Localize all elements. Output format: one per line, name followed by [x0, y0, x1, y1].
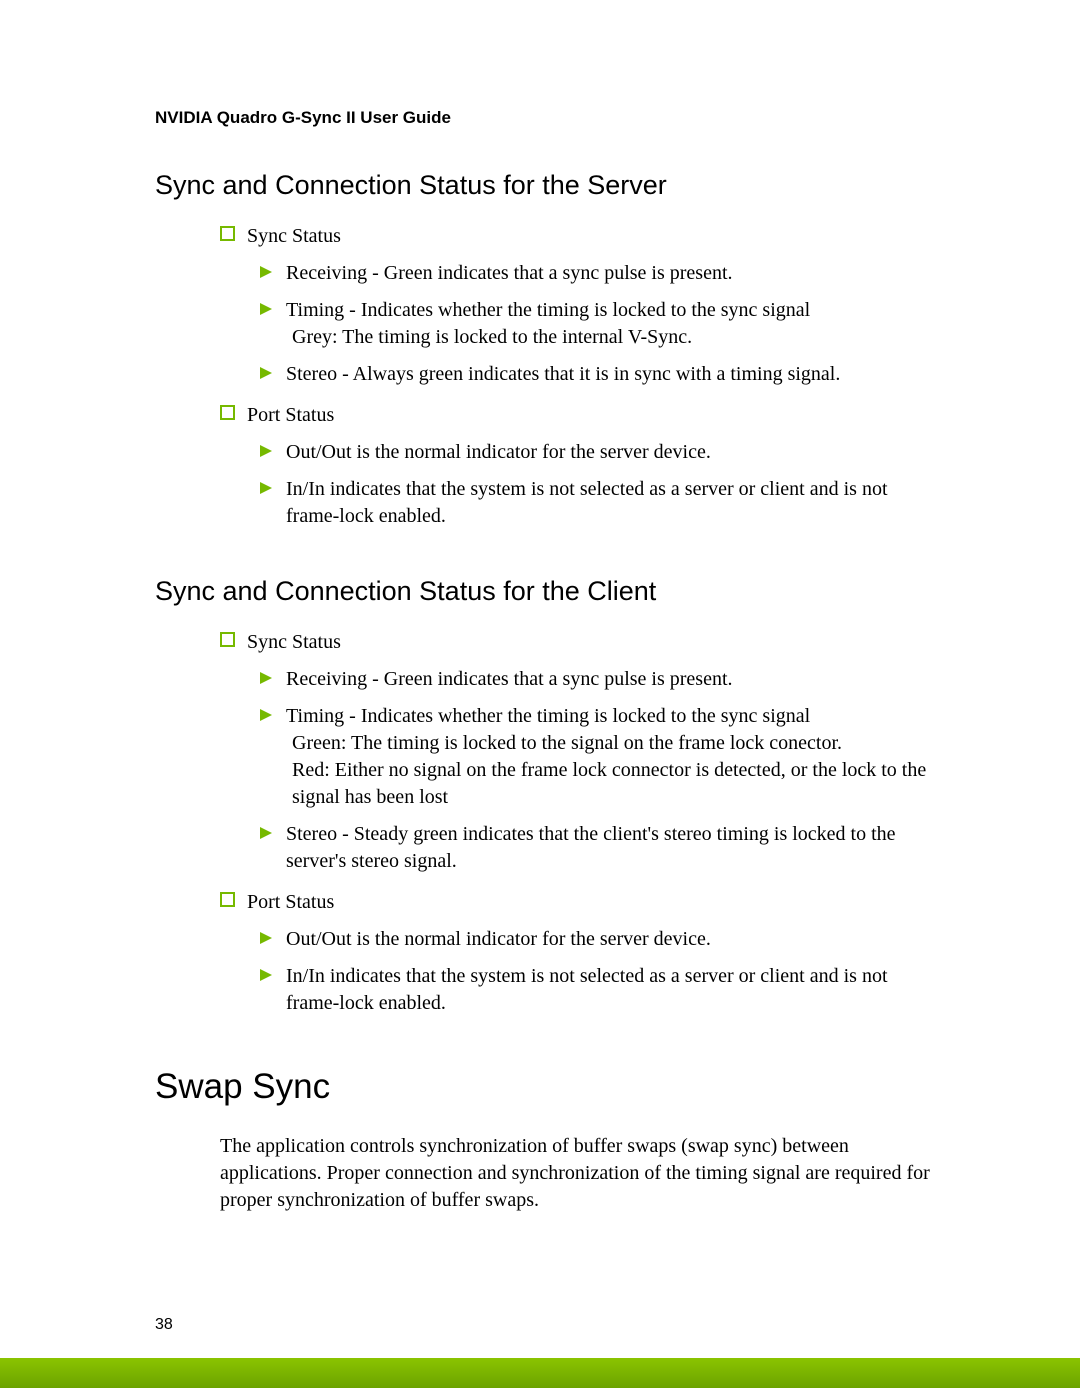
swap-sync-paragraph: The application controls synchronization…: [220, 1133, 930, 1214]
timing-sub-text: Grey: The timing is locked to the intern…: [292, 324, 930, 351]
list-item: Sync Status: [220, 629, 940, 656]
port-status-label: Port Status: [247, 889, 334, 916]
footer-bar: [0, 1358, 1080, 1388]
arrow-bullet-icon: [260, 303, 272, 315]
arrow-bullet-icon: [260, 827, 272, 839]
port-in-text: In/In indicates that the system is not s…: [286, 963, 936, 1017]
square-bullet-icon: [220, 632, 235, 647]
list-item: Stereo - Steady green indicates that the…: [260, 821, 936, 875]
timing-text: Timing - Indicates whether the timing is…: [286, 703, 810, 730]
arrow-bullet-icon: [260, 266, 272, 278]
list-item: Port Status: [220, 402, 940, 429]
list-item: Out/Out is the normal indicator for the …: [260, 926, 936, 953]
port-out-text: Out/Out is the normal indicator for the …: [286, 926, 711, 953]
arrow-bullet-icon: [260, 445, 272, 457]
port-out-text: Out/Out is the normal indicator for the …: [286, 439, 711, 466]
arrow-bullet-icon: [260, 709, 272, 721]
list-item: Receiving - Green indicates that a sync …: [260, 260, 936, 287]
heading-server: Sync and Connection Status for the Serve…: [155, 170, 940, 201]
list-item: In/In indicates that the system is not s…: [260, 476, 936, 530]
running-header: NVIDIA Quadro G-Sync II User Guide: [155, 108, 940, 128]
arrow-bullet-icon: [260, 672, 272, 684]
timing-text: Timing - Indicates whether the timing is…: [286, 297, 810, 324]
list-item: In/In indicates that the system is not s…: [260, 963, 936, 1017]
square-bullet-icon: [220, 405, 235, 420]
port-status-label: Port Status: [247, 402, 334, 429]
arrow-bullet-icon: [260, 482, 272, 494]
receiving-text: Receiving - Green indicates that a sync …: [286, 666, 733, 693]
arrow-bullet-icon: [260, 932, 272, 944]
page-content: NVIDIA Quadro G-Sync II User Guide Sync …: [0, 0, 1080, 1214]
heading-client: Sync and Connection Status for the Clien…: [155, 576, 940, 607]
list-item: Sync Status: [220, 223, 940, 250]
sync-status-label: Sync Status: [247, 629, 341, 656]
stereo-text: Stereo - Always green indicates that it …: [286, 361, 840, 388]
list-item: Timing - Indicates whether the timing is…: [260, 703, 936, 730]
page-number: 38: [155, 1316, 173, 1334]
list-item: Out/Out is the normal indicator for the …: [260, 439, 936, 466]
list-item: Stereo - Always green indicates that it …: [260, 361, 936, 388]
sync-status-label: Sync Status: [247, 223, 341, 250]
heading-swap-sync: Swap Sync: [155, 1067, 940, 1107]
client-sync-status-block: Sync Status Receiving - Green indicates …: [220, 629, 940, 1017]
square-bullet-icon: [220, 892, 235, 907]
server-sync-status-block: Sync Status Receiving - Green indicates …: [220, 223, 940, 530]
timing-sub1-text: Green: The timing is locked to the signa…: [292, 730, 930, 757]
list-item: Receiving - Green indicates that a sync …: [260, 666, 936, 693]
arrow-bullet-icon: [260, 969, 272, 981]
list-item: Timing - Indicates whether the timing is…: [260, 297, 936, 324]
stereo-text: Stereo - Steady green indicates that the…: [286, 821, 936, 875]
list-item: Port Status: [220, 889, 940, 916]
timing-sub2-text: Red: Either no signal on the frame lock …: [292, 757, 930, 811]
port-in-text: In/In indicates that the system is not s…: [286, 476, 936, 530]
receiving-text: Receiving - Green indicates that a sync …: [286, 260, 733, 287]
square-bullet-icon: [220, 226, 235, 241]
arrow-bullet-icon: [260, 367, 272, 379]
